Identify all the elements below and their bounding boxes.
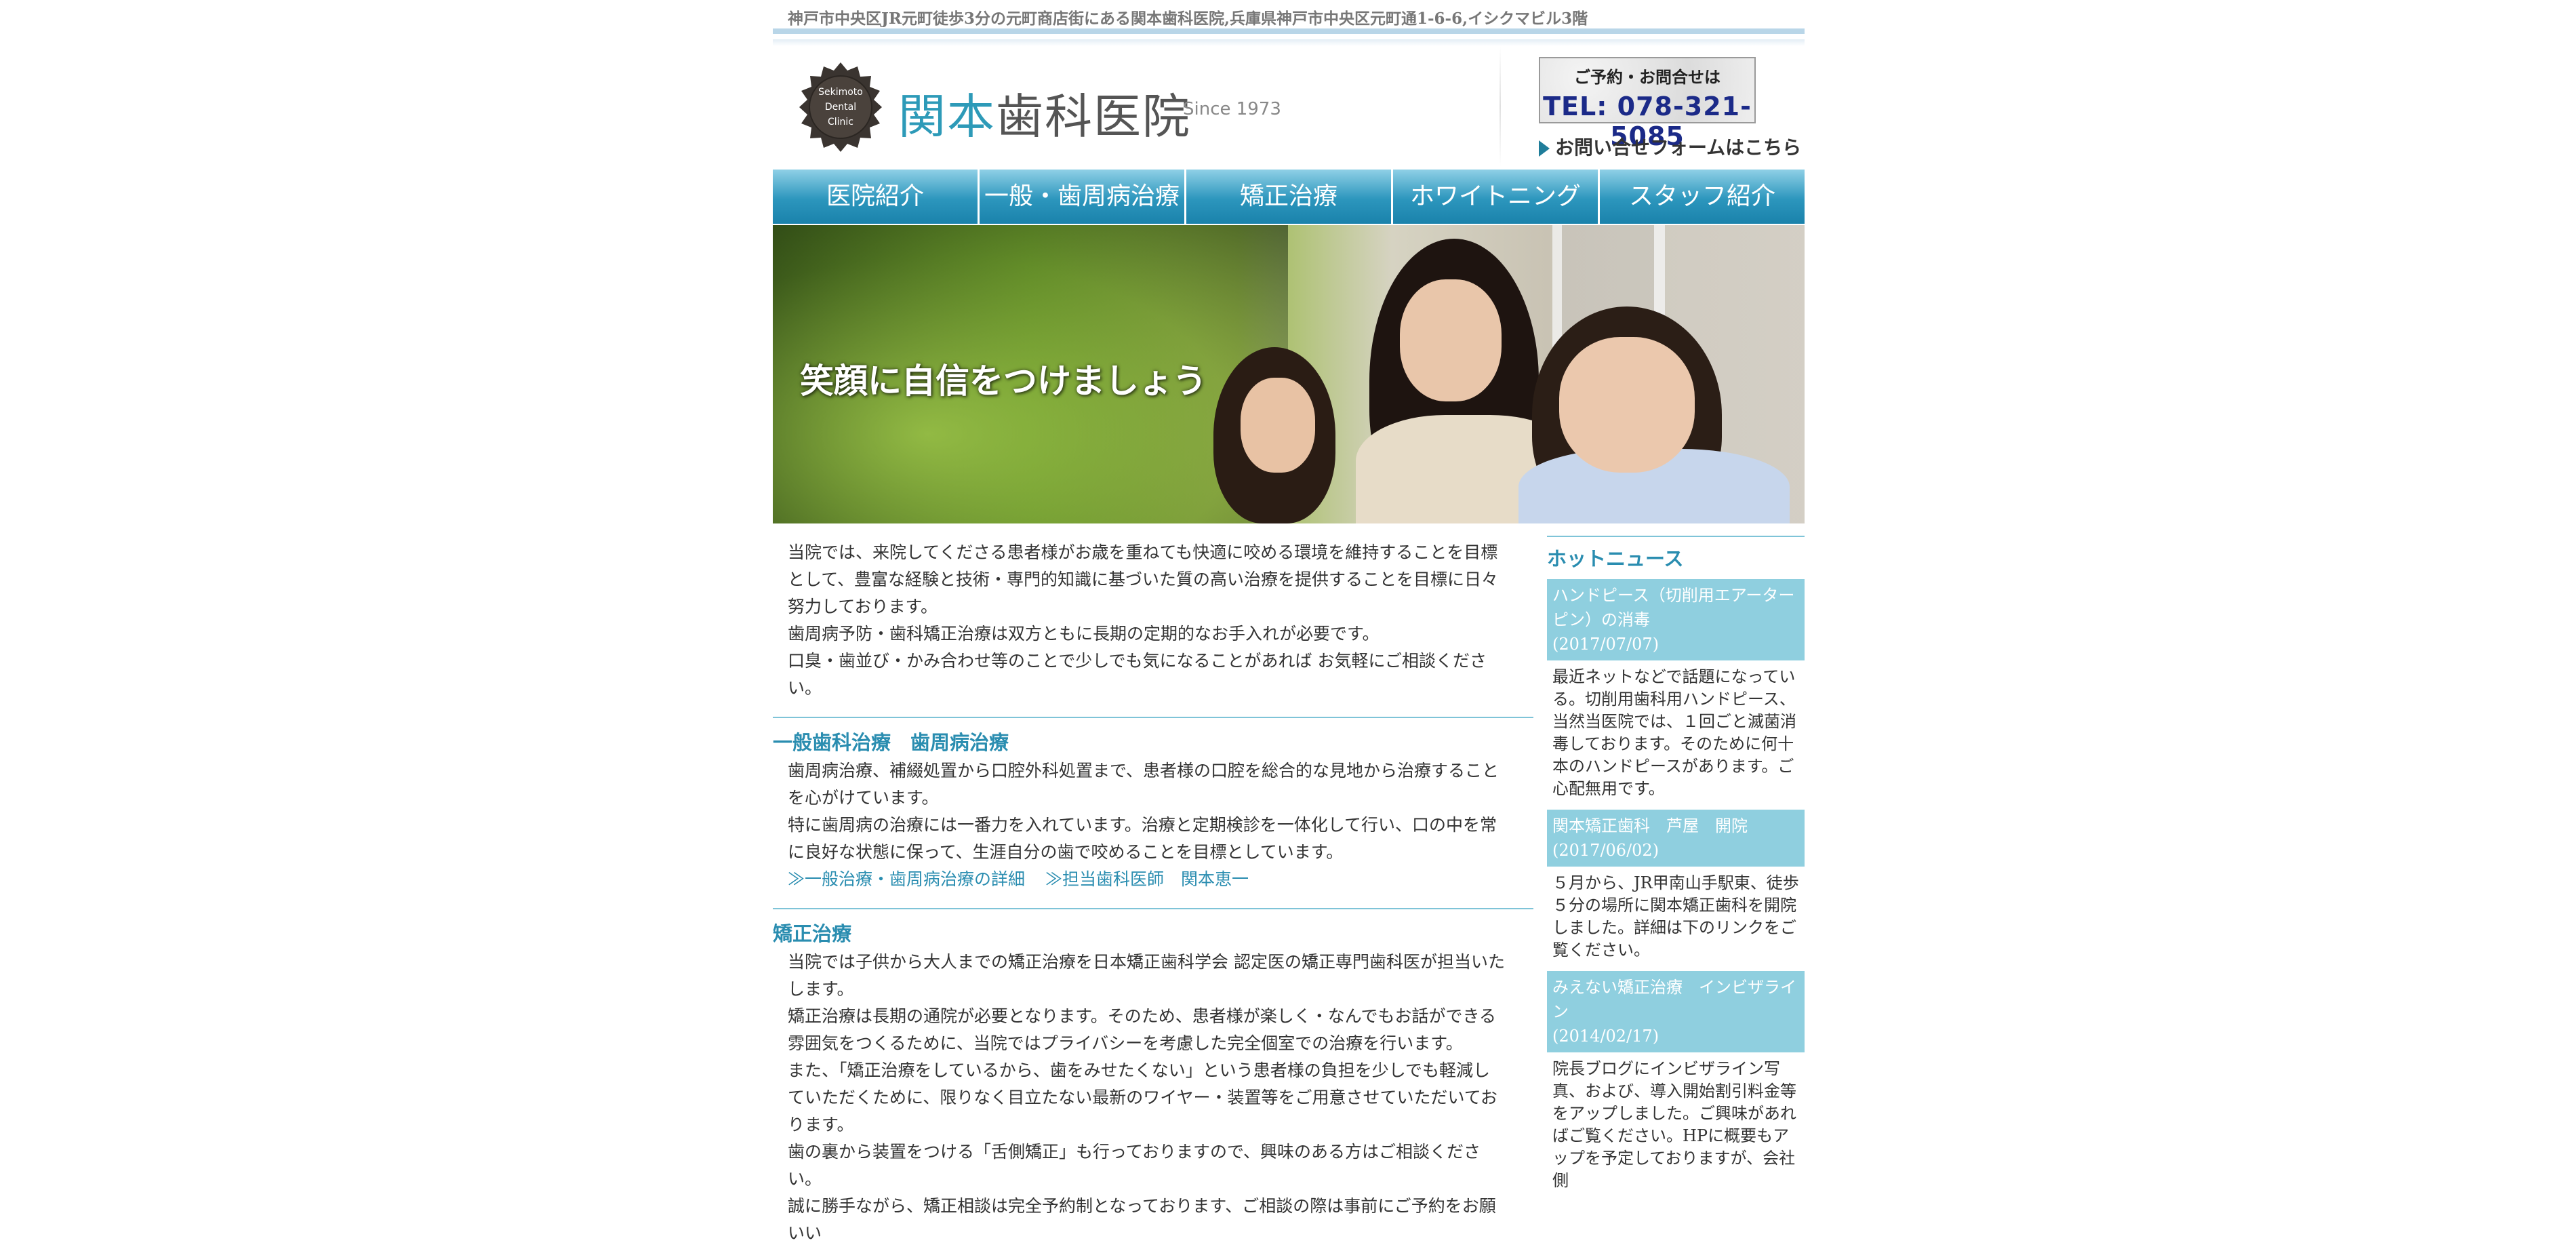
nav-whitening[interactable]: ホワイトニング [1393, 170, 1600, 224]
news-title-text: ハンドピース（切削用エアーターピン）の消毒 [1552, 586, 1795, 629]
news-item-title[interactable]: みえない矯正治療 インビザライン (2014/02/17) [1547, 971, 1805, 1052]
nav-general-periodontal[interactable]: 一般・歯周病治療 [980, 170, 1186, 224]
tel-caption: ご予約・お問合せは [1574, 68, 1720, 87]
news-item-body: 最近ネットなどで話題になっている。切削用歯科用ハンドピース、当然当医院では、１回… [1552, 667, 1796, 798]
sidebar: ホットニュース ハンドピース（切削用エアーターピン）の消毒 (2017/07/0… [1547, 536, 1805, 1196]
general-links: ≫一般治療・歯周病治療の詳細 ≫担当歯科医師 関本恵一 [788, 866, 1533, 893]
since-label: Since 1973 [1183, 99, 1281, 119]
contact-form-link-label: お問い合せフォームはこちら [1555, 136, 1802, 159]
nav-clinic-intro[interactable]: 医院紹介 [773, 170, 980, 224]
news-date: (2014/02/17) [1552, 1027, 1659, 1046]
news-date: (2017/06/02) [1552, 841, 1659, 860]
section-title-general: 一般歯科治療 歯周病治療 [773, 717, 1533, 757]
intro-paragraph: 口臭・歯並び・かみ合わせ等のことで少しでも気になることがあれば お気軽にご相談く… [788, 651, 1487, 698]
nav-orthodontics[interactable]: 矯正治療 [1186, 170, 1393, 224]
logo-part-2: 歯科医院 [996, 89, 1191, 144]
clinic-seal-logo[interactable]: Sekimoto Dental Clinic [793, 61, 888, 156]
logo-part-1: 関本 [898, 89, 996, 144]
tel-banner[interactable]: ご予約・お問合せは TEL: 078-321-5085 [1539, 57, 1756, 151]
news-item-title[interactable]: 関本矯正歯科 芦屋 開院 (2017/06/02) [1547, 810, 1805, 867]
main-nav: 医院紹介 一般・歯周病治療 矯正治療 ホワイトニング スタッフ紹介 [773, 170, 1805, 224]
news-date: (2017/07/07) [1552, 635, 1659, 654]
dentist-link[interactable]: ≫担当歯科医師 関本恵一 [1045, 869, 1249, 889]
svg-text:Sekimoto: Sekimoto [818, 87, 863, 98]
section-title-ortho: 矯正治療 [773, 908, 1533, 949]
general-paragraph: 特に歯周病の治療には一番力を入れています。治療と定期検診を一体化して行い、口の中… [788, 815, 1497, 862]
general-detail-link[interactable]: ≫一般治療・歯周病治療の詳細 [788, 869, 1025, 889]
hero-banner: 笑顔に自信をつけましょう [773, 225, 1805, 523]
news-item-body: 院長ブログにインビザライン写真、および、導入開始割引料金等をアップしました。ご興… [1552, 1059, 1796, 1190]
intro-paragraph: 当院では、来院してくださる患者様がお歳を重ねても快適に咬める環境を維持することを… [788, 542, 1499, 616]
page: 神戸市中央区JR元町徒歩3分の元町商店街にある関本歯科医院,兵庫県神戸市中央区元… [0, 0, 2576, 1243]
ortho-paragraph: 誠に勝手ながら、矯正相談は完全予約制となっております、ご相談の際は事前にご予約を… [788, 1196, 1496, 1243]
clinic-name-logo[interactable]: 関本歯科医院 [898, 79, 1191, 147]
contact-form-link[interactable]: お問い合せフォームはこちら [1539, 133, 1801, 160]
header-gradient [773, 39, 1805, 46]
hero-woman-face [1400, 279, 1502, 401]
nav-staff[interactable]: スタッフ紹介 [1600, 170, 1805, 224]
hero-tagline: 笑顔に自信をつけましょう [800, 361, 1207, 401]
site-header: Sekimoto Dental Clinic 関本歯科医院 Since 1973… [773, 46, 1805, 167]
hot-news-title: ホットニュース [1547, 536, 1805, 574]
hero-girl-face [1241, 378, 1315, 473]
ortho-paragraph: 歯の裏から装置をつける「舌側矯正」も行っておりますので、興味のある方はご相談くだ… [788, 1142, 1481, 1189]
address-bar: 神戸市中央区JR元町徒歩3分の元町商店街にある関本歯科医院,兵庫県神戸市中央区元… [773, 0, 1805, 34]
news-item-body: ５月から、JR甲南山手駅東、徒歩５分の場所に関本矯正歯科を開院しました。詳細は下… [1552, 873, 1799, 959]
news-title-text: 関本矯正歯科 芦屋 開院 [1552, 816, 1748, 835]
main-content: 当院では、来院してくださる患者様がお歳を重ねても快適に咬める環境を維持することを… [773, 539, 1533, 1247]
ortho-paragraph: 矯正治療は長期の通院が必要となります。そのため、患者様が楽しく・なんでもお話がで… [788, 1006, 1497, 1053]
svg-text:Dental: Dental [825, 102, 856, 113]
hero-boy-face [1559, 337, 1695, 473]
news-title-text: みえない矯正治療 インビザライン [1552, 978, 1796, 1021]
ortho-paragraph: 当院では子供から大人までの矯正治療を日本矯正歯科学会 認定医の矯正専門歯科医が担… [788, 952, 1505, 999]
news-item-title[interactable]: ハンドピース（切削用エアーターピン）の消毒 (2017/07/07) [1547, 579, 1805, 660]
ortho-paragraph: また、「矯正治療をしているから、歯をみせたくない」という患者様の負担を少しでも軽… [788, 1061, 1498, 1134]
intro-paragraph: 歯周病予防・歯科矯正治療は双方ともに長期の定期的なお手入れが必要です。 [788, 624, 1380, 644]
header-divider [1500, 46, 1501, 167]
arrow-right-icon [1539, 140, 1550, 157]
svg-text:Clinic: Clinic [828, 117, 853, 127]
general-paragraph: 歯周病治療、補綴処置から口腔外科処置まで、患者様の口腔を総合的な見地から治療する… [788, 761, 1500, 808]
